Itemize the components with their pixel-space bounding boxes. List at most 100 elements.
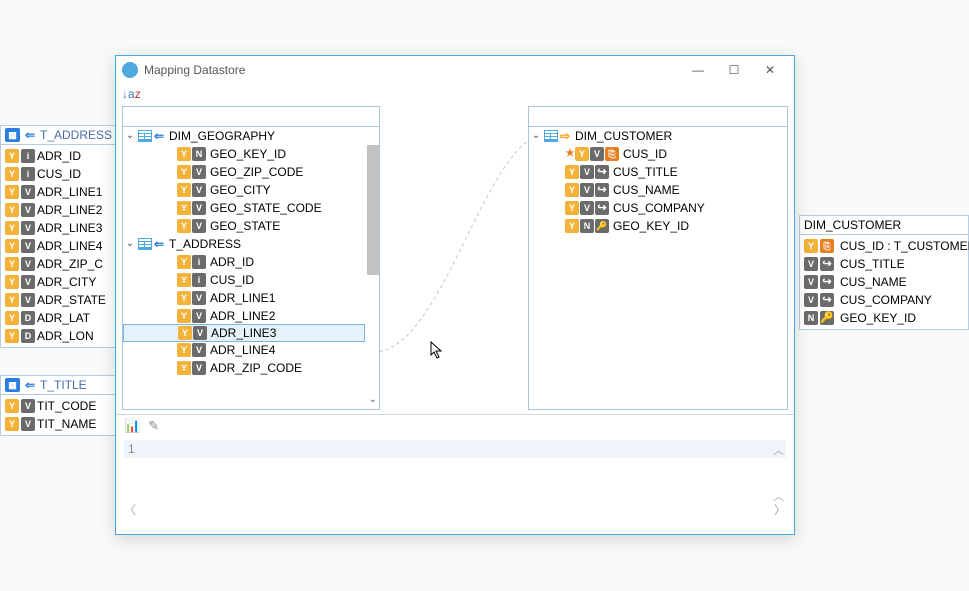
type-badge-icon: V: [21, 293, 35, 307]
list-item[interactable]: YVTIT_CODE: [1, 397, 119, 415]
node-label: CUS_NAME: [609, 181, 680, 199]
type-badge-icon: V: [192, 291, 206, 305]
tree-column-node[interactable]: YV↪CUS_TITLE: [529, 163, 787, 181]
close-button[interactable]: ✕: [752, 58, 788, 82]
filter-icon: Y: [177, 219, 191, 233]
column-label: ADR_ZIP_C: [37, 255, 103, 273]
scroll-up-icon[interactable]: ︿: [773, 442, 784, 458]
caret-icon[interactable]: ⌄: [529, 127, 543, 145]
type-badge-icon: i: [192, 273, 206, 287]
filter-icon: Y: [177, 183, 191, 197]
filter-icon: Y: [5, 149, 19, 163]
type-badge-icon: V: [590, 147, 604, 161]
tree-column-node[interactable]: YN🔑GEO_KEY_ID: [529, 217, 787, 235]
list-item[interactable]: YDADR_LON: [1, 327, 119, 345]
list-item[interactable]: V↪CUS_TITLE: [800, 255, 968, 273]
minimize-button[interactable]: —: [680, 58, 716, 82]
list-item[interactable]: V↪CUS_NAME: [800, 273, 968, 291]
column-label: ADR_CITY: [37, 273, 96, 291]
filter-icon: Y: [5, 275, 19, 289]
column-label: ADR_LINE1: [37, 183, 102, 201]
scrollbar-thumb[interactable]: [367, 145, 379, 275]
column-label: ADR_LINE4: [37, 237, 102, 255]
list-item[interactable]: YDADR_LAT: [1, 309, 119, 327]
filter-icon: Y: [565, 219, 579, 233]
tree-table-node[interactable]: ⌄⇐DIM_GEOGRAPHY: [123, 127, 379, 145]
type-badge-icon: ⎘: [605, 147, 619, 161]
list-item[interactable]: YiCUS_ID: [1, 165, 119, 183]
tree-column-node[interactable]: YVGEO_STATE_CODE: [123, 199, 379, 217]
type-badge-icon: V: [580, 183, 594, 197]
type-badge-icon: V: [192, 309, 206, 323]
list-item[interactable]: Y⎘CUS_ID : T_CUSTOMER: [800, 237, 968, 255]
tree-column-node[interactable]: YNGEO_KEY_ID: [123, 145, 379, 163]
filter-icon: Y: [804, 239, 818, 253]
list-item[interactable]: YVADR_LINE1: [1, 183, 119, 201]
node-label: ADR_LINE3: [207, 324, 276, 342]
tree-column-node[interactable]: YVADR_ZIP_CODE: [123, 359, 379, 377]
column-label: CUS_TITLE: [836, 255, 905, 273]
scroll-left-icon[interactable]: 〈: [124, 501, 136, 518]
tree-column-node[interactable]: ★YV⎘CUS_ID: [529, 145, 787, 163]
titlebar[interactable]: Mapping Datastore — ☐ ✕: [116, 56, 794, 84]
mapping-datastore-dialog: Mapping Datastore — ☐ ✕ ↓az ⌄⇐DIM_GEOGRA…: [115, 55, 795, 535]
arrow-in-icon: ⇐: [153, 129, 165, 143]
column-label: CUS_ID: [37, 165, 81, 183]
list-item[interactable]: N🔑GEO_KEY_ID: [800, 309, 968, 327]
tree-column-node[interactable]: YV↪CUS_NAME: [529, 181, 787, 199]
type-badge-icon: V: [21, 221, 35, 235]
tree-column-node[interactable]: YVADR_LINE2: [123, 307, 379, 325]
type-badge-icon: V: [804, 275, 818, 289]
tree-column-node[interactable]: YVADR_LINE3: [123, 324, 365, 342]
scroll-up-icon[interactable]: ︿: [773, 488, 784, 504]
list-item[interactable]: YVADR_ZIP_C: [1, 255, 119, 273]
source-tree[interactable]: ⌄⇐DIM_GEOGRAPHYYNGEO_KEY_IDYVGEO_ZIP_COD…: [123, 127, 379, 409]
panel-title: T_TITLE: [40, 378, 87, 392]
tree-column-node[interactable]: YVADR_LINE4: [123, 341, 379, 359]
list-item[interactable]: YVADR_LINE3: [1, 219, 119, 237]
edit-icon[interactable]: ✎: [148, 418, 159, 434]
type-badge-icon: V: [21, 239, 35, 253]
maximize-button[interactable]: ☐: [716, 58, 752, 82]
expression-line[interactable]: 1: [124, 440, 786, 458]
filter-icon: Y: [575, 147, 589, 161]
panel-title: DIM_CUSTOMER: [804, 218, 901, 232]
tree-column-node[interactable]: YVGEO_STATE: [123, 217, 379, 235]
tree-column-node[interactable]: YVADR_LINE1: [123, 289, 379, 307]
type-badge-icon: V: [21, 399, 35, 413]
column-label: ADR_LAT: [37, 309, 90, 327]
list-item[interactable]: V↪CUS_COMPANY: [800, 291, 968, 309]
list-item[interactable]: YiADR_ID: [1, 147, 119, 165]
target-tree[interactable]: ⌄⇨DIM_CUSTOMER★YV⎘CUS_IDYV↪CUS_TITLEYV↪C…: [529, 127, 787, 409]
chart-icon[interactable]: 📊: [124, 418, 140, 434]
list-item[interactable]: YVADR_STATE: [1, 291, 119, 309]
tree-column-node[interactable]: YiCUS_ID: [123, 271, 379, 289]
mouse-cursor-icon: [430, 341, 444, 364]
list-item[interactable]: YVADR_LINE4: [1, 237, 119, 255]
tree-table-node[interactable]: ⌄⇨DIM_CUSTOMER: [529, 127, 787, 145]
tree-column-node[interactable]: YVGEO_CITY: [123, 181, 379, 199]
tree-column-node[interactable]: YVGEO_ZIP_CODE: [123, 163, 379, 181]
filter-icon: Y: [5, 203, 19, 217]
scroll-down-icon[interactable]: ⌄: [369, 394, 377, 405]
filter-icon: Y: [177, 255, 191, 269]
sort-az-icon[interactable]: ↓az: [122, 87, 141, 101]
bottom-toolbar: 📊 ✎: [116, 414, 794, 436]
list-item[interactable]: YVADR_LINE2: [1, 201, 119, 219]
tree-column-node[interactable]: YV↪CUS_COMPANY: [529, 199, 787, 217]
list-item[interactable]: YVTIT_NAME: [1, 415, 119, 433]
tree-table-node[interactable]: ⌄⇐T_ADDRESS: [123, 235, 379, 253]
caret-icon[interactable]: ⌄: [123, 127, 137, 145]
column-label: ADR_ID: [37, 147, 81, 165]
list-item[interactable]: YVADR_CITY: [1, 273, 119, 291]
filter-icon: Y: [177, 147, 191, 161]
node-label: CUS_TITLE: [609, 163, 678, 181]
caret-icon[interactable]: ⌄: [123, 235, 137, 253]
tree-column-node[interactable]: YiADR_ID: [123, 253, 379, 271]
window-title: Mapping Datastore: [144, 63, 680, 77]
node-label: ADR_LINE1: [206, 289, 275, 307]
type-badge-icon: V: [21, 185, 35, 199]
pane-header: [529, 107, 787, 127]
panel-header: ▦ ⇐ T_ADDRESS: [1, 126, 119, 145]
filter-icon: Y: [177, 343, 191, 357]
